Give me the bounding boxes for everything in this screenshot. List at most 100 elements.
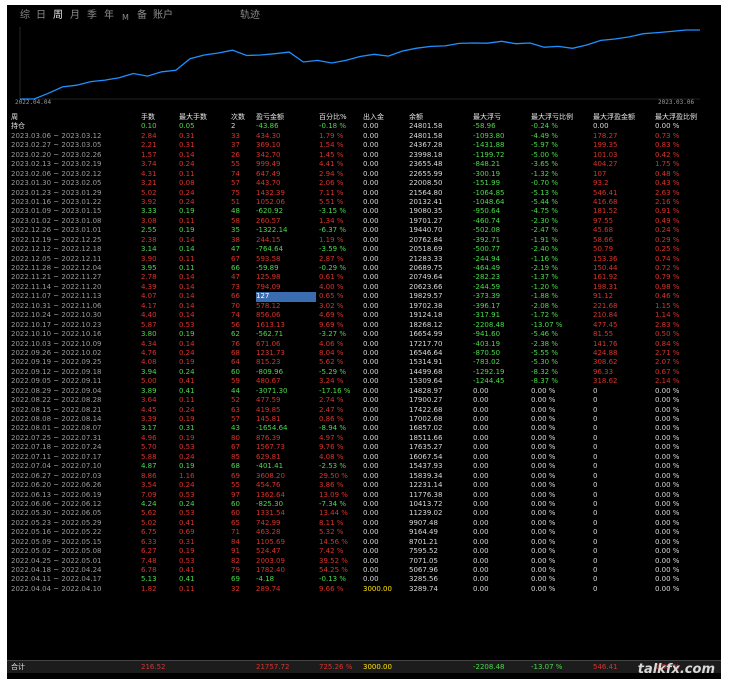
tab-notes[interactable]: 备 [137, 9, 147, 23]
tab-year[interactable]: 年 [104, 9, 114, 23]
table-row[interactable]: 2022.07.25 ~ 2022.07.31 4.96 0.19 80 876.39 4… [11, 434, 717, 443]
tab-day[interactable]: 日 [36, 9, 46, 23]
table-cell: 0.11 [179, 584, 195, 593]
table-row[interactable]: 2022.09.12 ~ 2022.09.18 3.94 0.24 60 -809.96… [11, 368, 717, 377]
table-row[interactable]: 2022.06.20 ~ 2022.06.26 3.54 0.24 55 454.76 3… [11, 481, 717, 490]
table-cell: 0.00 [363, 566, 379, 574]
table-row[interactable]: 2022.07.04 ~ 2022.07.10 4.87 0.19 68 -401.41… [11, 462, 717, 471]
table-cell: 3.54 [141, 481, 157, 490]
table-row[interactable]: 2023.01.23 ~ 2023.01.29 5.02 0.24 75 1432.39… [11, 189, 717, 198]
table-row[interactable]: 2023.01.16 ~ 2023.01.22 3.92 0.24 51 1052.06… [11, 198, 717, 207]
table-cell: -1.32 % [531, 169, 558, 178]
table-row[interactable]: 2022.12.12 ~ 2022.12.18 3.14 0.14 47 -764.64… [11, 245, 717, 254]
table-row[interactable]: 2022.11.07 ~ 2022.11.13 4.07 0.14 66 127 0.65… [11, 292, 717, 302]
table-cell: 0.00 % [531, 566, 556, 574]
table-cell: 1613.13 [256, 320, 285, 329]
table-row[interactable]: 2022.09.05 ~ 2022.09.11 5.00 0.41 59 480.67 3… [11, 377, 717, 386]
table-cell: 0.10 [141, 122, 157, 131]
table-cell: 69 [231, 575, 240, 584]
table-cell: 67 [231, 254, 240, 263]
table-cell: 79 [231, 566, 240, 574]
table-row[interactable]: 2022.12.26 ~ 2023.01.01 2.55 0.19 35 -1322.1… [11, 226, 717, 235]
table-row[interactable]: 2022.04.04 ~ 2022.04.10 1.82 0.11 32 289.74 9… [11, 585, 717, 594]
table-row[interactable]: 2023.02.20 ~ 2023.02.26 1.57 0.14 26 342.70 1… [11, 151, 717, 160]
column-header[interactable]: 最大浮盈金额 [593, 113, 653, 122]
table-row[interactable]: 2022.11.28 ~ 2022.12.04 3.95 0.11 66 -59.89 -… [11, 264, 717, 273]
table-row[interactable]: 2022.04.11 ~ 2022.04.17 5.13 0.41 69 -4.18 -0… [11, 575, 717, 584]
table-row[interactable]: 2022.09.19 ~ 2022.09.25 4.08 0.19 64 815.23 5… [11, 358, 717, 367]
table-cell: -1244.45 [473, 377, 505, 386]
table-row[interactable]: 2022.06.27 ~ 2022.07.03 8.86 1.16 69 3608.20… [11, 472, 717, 481]
table-row[interactable]: 2022.07.11 ~ 2022.07.17 5.88 0.24 85 629.81 4… [11, 453, 717, 462]
table-row[interactable]: 2022.08.15 ~ 2022.08.21 4.45 0.24 63 419.85 2… [11, 406, 717, 415]
tab-account[interactable]: 账户 [153, 9, 173, 23]
table-row[interactable]: 2022.08.29 ~ 2022.09.04 3.89 0.41 44 -3071.3… [11, 387, 717, 396]
table-cell: 2022.07.18 ~ 2022.07.24 [11, 443, 102, 452]
table-row[interactable]: 2023.01.02 ~ 2023.01.08 3.08 0.11 58 260.57 1… [11, 217, 717, 226]
table-row[interactable]: 2023.01.30 ~ 2023.02.05 3.21 0.08 57 443.70 2… [11, 179, 717, 188]
table-row[interactable]: 持仓 0.10 0.05 2 -43.86 -0.18 % 0.00 24801.58 -58.… [11, 122, 717, 131]
tab-quarter[interactable]: 季 [87, 9, 97, 23]
column-header[interactable]: 最大浮亏 [473, 113, 529, 122]
table-row[interactable]: 2022.06.06 ~ 2022.06.12 4.24 0.24 60 -825.30… [11, 500, 717, 509]
column-header[interactable]: 余额 [409, 113, 471, 122]
column-header[interactable]: 手数 [141, 113, 177, 122]
table-cell: 0.00 [473, 584, 489, 593]
table-row[interactable]: 2022.11.14 ~ 2022.11.20 4.39 0.14 73 794.09 4… [11, 283, 717, 292]
table-cell: 0.00 % [531, 471, 556, 480]
table-cell: 32 [231, 584, 240, 593]
table-row[interactable]: 2022.12.05 ~ 2022.12.11 3.90 0.11 67 593.58 2… [11, 255, 717, 264]
table-row[interactable]: 2022.08.08 ~ 2022.08.14 3.39 0.19 57 145.81 0… [11, 415, 717, 424]
table-row[interactable]: 2023.01.09 ~ 2023.01.15 3.33 0.19 48 -620.92… [11, 207, 717, 216]
table-row[interactable]: 2022.10.03 ~ 2022.10.09 4.34 0.14 76 671.06 4… [11, 340, 717, 349]
table-cell: 3.90 [141, 254, 157, 263]
table-row[interactable]: 2022.05.02 ~ 2022.05.08 6.27 0.19 91 524.47 7… [11, 547, 717, 556]
table-row[interactable]: 2022.10.31 ~ 2022.11.06 4.17 0.14 70 578.12 3… [11, 302, 717, 311]
table-row[interactable]: 2023.02.13 ~ 2023.02.19 3.74 0.24 55 999.49 4… [11, 160, 717, 169]
table-row[interactable]: 2022.05.30 ~ 2022.06.05 5.62 0.53 60 1331.54… [11, 509, 717, 518]
table-cell: 0.11 [179, 169, 195, 178]
tab-all[interactable]: 综 [20, 9, 30, 23]
table-row[interactable]: 2022.10.24 ~ 2022.10.30 4.40 0.14 74 856.06 4… [11, 311, 717, 320]
table-cell: -244.94 [473, 254, 501, 263]
table-row[interactable]: 2022.10.17 ~ 2022.10.23 5.87 0.53 56 1613.13… [11, 321, 717, 330]
table-row[interactable]: 2022.07.18 ~ 2022.07.24 5.70 0.53 67 1567.73… [11, 443, 717, 452]
table-cell: -8.32 % [531, 367, 558, 376]
column-header[interactable]: 次数 [231, 113, 255, 122]
table-row[interactable]: 2022.10.10 ~ 2022.10.16 3.80 0.19 62 -562.71… [11, 330, 717, 339]
table-row[interactable]: 2022.04.18 ~ 2022.04.24 6.78 0.41 79 1782.40… [11, 566, 717, 575]
tab-trajectory[interactable]: 轨迹 [240, 9, 260, 23]
column-header[interactable]: 百分比% [319, 113, 361, 122]
tab-week[interactable]: 周 [53, 9, 63, 23]
table-cell: 4.08 [141, 358, 157, 367]
column-header[interactable]: 周 [11, 113, 139, 122]
column-header[interactable]: 出入金 [363, 113, 407, 122]
table-row[interactable]: 2022.08.01 ~ 2022.08.07 3.17 0.31 43 -1654.6… [11, 424, 717, 433]
table-row[interactable]: 2022.06.13 ~ 2022.06.19 7.09 0.53 97 1362.64… [11, 491, 717, 500]
table-cell: 2022.11.28 ~ 2022.12.04 [11, 264, 102, 272]
tab-m[interactable]: M [122, 11, 129, 25]
table-row[interactable]: 2022.11.21 ~ 2022.11.27 2.78 0.14 47 125.98 0… [11, 273, 717, 282]
column-header[interactable]: 最大浮盈比例 [655, 113, 715, 122]
table-row[interactable]: 2023.02.06 ~ 2023.02.12 4.31 0.11 74 647.49 2… [11, 170, 717, 179]
table-cell: 0.00 % [655, 575, 680, 584]
table-row[interactable]: 2022.12.19 ~ 2022.12.25 2.38 0.14 38 244.15 1… [11, 236, 717, 245]
column-header[interactable]: 最大手数 [179, 113, 229, 122]
table-row[interactable]: 2022.09.26 ~ 2022.10.02 4.76 0.24 68 1231.73… [11, 349, 717, 358]
table-row[interactable]: 2022.05.23 ~ 2022.05.29 5.02 0.41 65 742.99 8… [11, 519, 717, 528]
table-cell: 0 [593, 396, 598, 405]
table-row[interactable]: 2022.08.22 ~ 2022.08.28 3.64 0.11 52 477.59 2… [11, 396, 717, 405]
tab-month[interactable]: 月 [70, 9, 80, 23]
table-cell: 16857.02 [409, 424, 443, 433]
column-header[interactable]: 盈亏金额 [256, 113, 316, 122]
table-row[interactable]: 2023.02.27 ~ 2023.03.05 2.21 0.31 37 369.10 1… [11, 141, 717, 150]
table-cell: 0.41 [179, 386, 195, 395]
table-row[interactable]: 2022.04.25 ~ 2022.05.01 7.48 0.53 82 2003.09… [11, 557, 717, 566]
column-header[interactable]: 最大浮亏比例 [531, 113, 591, 122]
table-cell: 2.06 % [319, 179, 344, 188]
table-row[interactable]: 2022.05.09 ~ 2022.05.15 6.33 0.31 84 1105.69… [11, 538, 717, 547]
table-row[interactable]: 2023.03.06 ~ 2023.03.12 2.84 0.31 33 434.30 1… [11, 132, 717, 141]
table-cell: 0.00 [363, 471, 379, 480]
table-row[interactable]: 2022.05.16 ~ 2022.05.22 6.75 0.69 71 463.28 5… [11, 528, 717, 537]
table-cell: 0.00 [363, 197, 379, 206]
